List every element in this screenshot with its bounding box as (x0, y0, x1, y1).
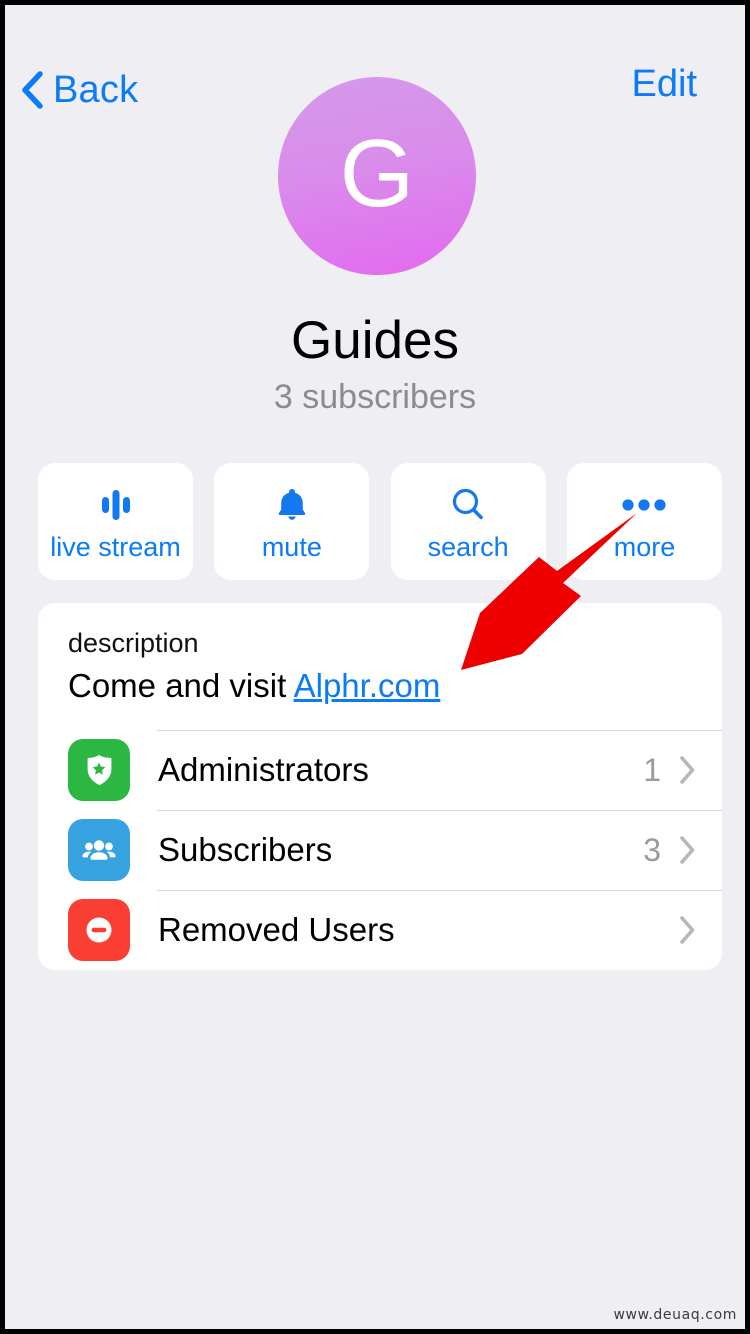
list-item-removed-users[interactable]: Removed Users (38, 889, 722, 970)
list-item-label: Removed Users (158, 911, 395, 949)
list-item-count: 1 (643, 751, 661, 788)
description-text: Come and visit Alphr.com (68, 665, 692, 708)
list-item-count: 3 (643, 831, 661, 868)
action-button-row: live stream mute search more (38, 463, 722, 580)
chevron-right-icon (680, 915, 695, 944)
minus-circle-icon (68, 898, 130, 961)
live-stream-button[interactable]: live stream (38, 463, 193, 580)
mute-label: mute (261, 532, 322, 562)
description-prefix: Come and visit (68, 666, 294, 704)
back-button[interactable]: Back (19, 63, 138, 117)
avatar[interactable]: G (278, 77, 476, 275)
edit-button[interactable]: Edit (632, 65, 697, 103)
chevron-right-icon (680, 835, 695, 864)
description-link[interactable]: Alphr.com (294, 667, 441, 704)
ellipsis-icon (616, 482, 672, 528)
description-label: description (68, 628, 199, 658)
more-label: more (613, 532, 676, 562)
avatar-initial: G (339, 120, 415, 227)
live-stream-label: live stream (50, 532, 181, 562)
back-label: Back (53, 69, 139, 111)
mute-button[interactable]: mute (214, 463, 370, 580)
search-icon (446, 482, 490, 528)
shield-badge-icon (68, 738, 130, 801)
page-title: Guides (291, 311, 459, 370)
list-item-subscribers[interactable]: Subscribers 3 (38, 809, 722, 890)
chevron-right-icon (680, 755, 695, 784)
list-item-label: Subscribers (158, 831, 333, 869)
search-button[interactable]: search (390, 463, 546, 580)
description-block: description Come and visit Alphr.com (38, 603, 722, 730)
list-item-administrators[interactable]: Administrators 1 (38, 729, 722, 810)
subscriber-count-label: 3 subscribers (273, 378, 477, 416)
more-button[interactable]: more (566, 463, 722, 580)
watermark: www.deuaq.com (613, 1307, 737, 1323)
search-label: search (427, 532, 509, 562)
info-card: description Come and visit Alphr.com Adm… (38, 603, 722, 970)
people-group-icon (68, 818, 130, 881)
list-item-label: Administrators (158, 751, 369, 789)
bell-icon (270, 482, 314, 528)
chevron-left-icon (22, 71, 43, 109)
live-stream-icon (94, 482, 138, 528)
phone-screen: Back Edit G Guides 3 subscribers live st… (0, 0, 750, 1334)
